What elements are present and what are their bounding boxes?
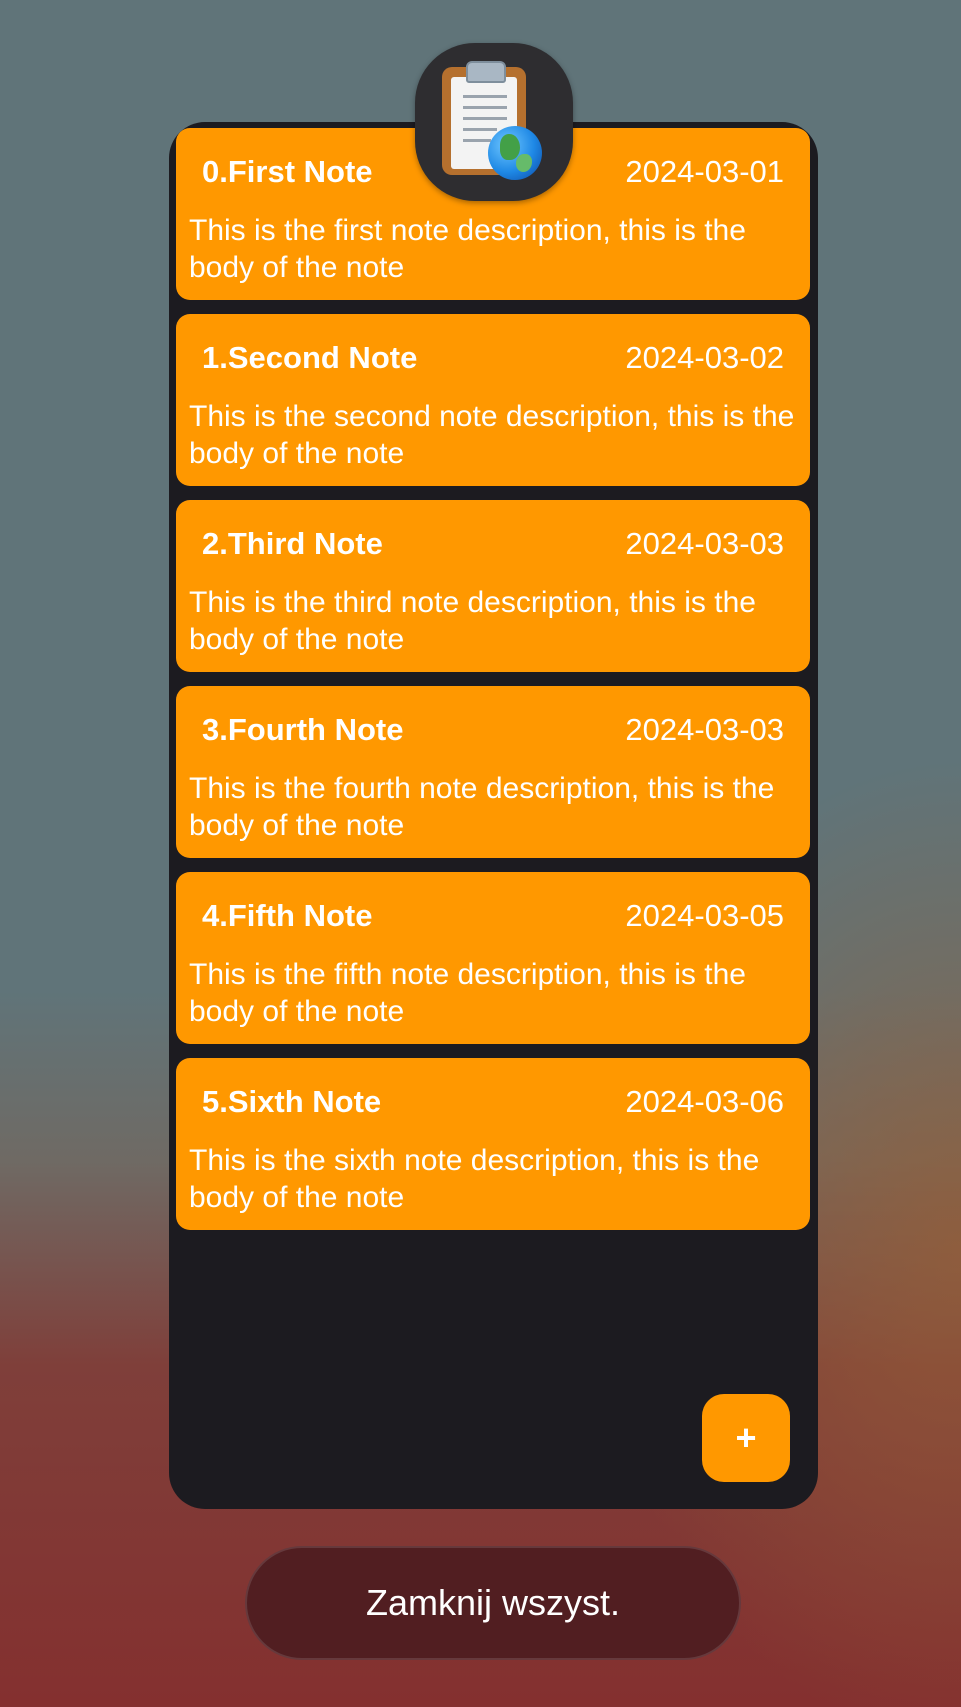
note-body: This is the third note description, this… — [189, 586, 756, 656]
note-body: This is the fifth note description, this… — [189, 958, 746, 1028]
close-all-button[interactable]: Zamknij wszyst. — [245, 1546, 741, 1660]
note-date: 2024-03-05 — [625, 898, 784, 933]
note-list: 0.First Note 2024-03-01 This is the firs… — [176, 128, 810, 1244]
note-body: This is the fourth note description, thi… — [189, 772, 775, 842]
note-title: 4.Fifth Note — [202, 898, 373, 933]
note-item[interactable]: 5.Sixth Note 2024-03-06 This is the sixt… — [176, 1058, 810, 1230]
clipboard-globe-icon[interactable] — [415, 43, 573, 201]
note-date: 2024-03-03 — [625, 712, 784, 747]
note-body: This is the sixth note description, this… — [189, 1144, 760, 1214]
note-date: 2024-03-02 — [625, 340, 784, 375]
note-date: 2024-03-03 — [625, 526, 784, 561]
note-title: 5.Sixth Note — [202, 1084, 382, 1119]
note-title: 3.Fourth Note — [202, 712, 404, 747]
globe-icon — [488, 126, 542, 180]
note-item[interactable]: 2.Third Note 2024-03-03 This is the thir… — [176, 500, 810, 672]
plus-icon: + — [735, 1417, 757, 1458]
note-item[interactable]: 3.Fourth Note 2024-03-03 This is the fou… — [176, 686, 810, 858]
note-body: This is the first note description, this… — [189, 214, 746, 284]
note-title: 0.First Note — [202, 154, 373, 189]
clipboard-line — [463, 128, 497, 131]
close-all-label: Zamknij wszyst. — [365, 1582, 621, 1623]
clipboard-line — [463, 139, 491, 142]
note-date: 2024-03-06 — [625, 1084, 784, 1119]
note-title: 2.Third Note — [202, 526, 383, 561]
clipboard-line — [463, 95, 507, 98]
note-date: 2024-03-01 — [625, 154, 784, 189]
note-item[interactable]: 4.Fifth Note 2024-03-05 This is the fift… — [176, 872, 810, 1044]
note-body: This is the second note description, thi… — [189, 400, 795, 470]
globe-land — [516, 154, 532, 172]
clipboard-line — [463, 106, 507, 109]
clipboard-line — [463, 117, 507, 120]
add-note-button[interactable]: + — [702, 1394, 790, 1482]
app-window-card[interactable]: 0.First Note 2024-03-01 This is the firs… — [169, 122, 818, 1509]
note-title: 1.Second Note — [202, 340, 418, 375]
note-item[interactable]: 1.Second Note 2024-03-02 This is the sec… — [176, 314, 810, 486]
clipboard-clip — [466, 61, 506, 83]
